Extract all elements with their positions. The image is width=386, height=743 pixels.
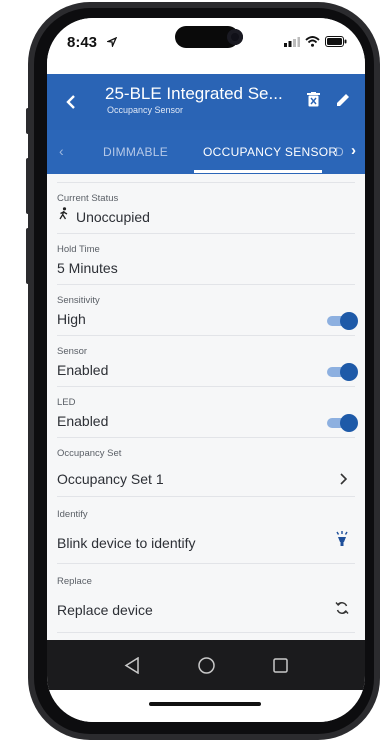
- replace-value: Replace device: [57, 602, 153, 618]
- app-header: 25-BLE Integrated Se... Occupancy Sensor: [47, 74, 365, 130]
- page-title: 25-BLE Integrated Se...: [105, 84, 283, 103]
- phone-screen: 8:43 25-BLE Integrated Se... Occupancy S…: [47, 18, 365, 722]
- nav-home-icon[interactable]: [198, 657, 215, 674]
- led-label: LED: [57, 397, 76, 408]
- status-time: 8:43: [67, 34, 98, 51]
- hold-time-value[interactable]: 5 Minutes: [57, 260, 118, 276]
- back-arrow-icon[interactable]: [65, 94, 77, 110]
- sensor-toggle[interactable]: [327, 363, 358, 381]
- signal-icon: [284, 37, 300, 47]
- light-beam-icon[interactable]: [335, 531, 349, 547]
- hold-time-label: Hold Time: [57, 244, 100, 255]
- status-bar: 8:43: [47, 18, 365, 74]
- replace-label: Replace: [57, 576, 92, 587]
- current-status-label: Current Status: [57, 193, 119, 204]
- led-toggle[interactable]: [327, 414, 358, 432]
- tab-active-indicator: [194, 170, 322, 173]
- sensor-value: Enabled: [57, 362, 109, 378]
- occupancy-set-label: Occupancy Set: [57, 448, 122, 459]
- row-sensor: Sensor Enabled: [57, 336, 358, 387]
- front-camera: [227, 29, 243, 45]
- sensor-label: Sensor: [57, 346, 88, 357]
- occupancy-set-value: Occupancy Set 1: [57, 471, 164, 487]
- nav-recents-icon[interactable]: [273, 658, 288, 673]
- home-indicator[interactable]: [149, 702, 261, 706]
- status-icons: [284, 36, 347, 47]
- identify-label: Identify: [57, 509, 88, 520]
- battery-icon: [325, 36, 347, 47]
- current-status-value: Unoccupied: [76, 209, 150, 225]
- sensitivity-label: Sensitivity: [57, 295, 100, 306]
- tab-scroll-left-icon[interactable]: ‹: [59, 143, 64, 159]
- row-led: LED Enabled: [57, 387, 358, 438]
- edit-pencil-icon[interactable]: [335, 92, 351, 108]
- tab-bar: ‹ DIMMABLE OCCUPANCY SENSOR D ›: [47, 130, 365, 174]
- walking-person-icon: [59, 207, 68, 220]
- tab-next-partial[interactable]: D: [335, 145, 344, 159]
- tab-dimmable[interactable]: DIMMABLE: [103, 145, 168, 159]
- row-current-status: Current Status Unoccupied: [57, 183, 355, 234]
- chevron-right-icon[interactable]: [339, 473, 347, 485]
- location-arrow-icon: [107, 37, 117, 47]
- identify-value: Blink device to identify: [57, 535, 196, 551]
- row-sensitivity: Sensitivity High: [57, 285, 358, 336]
- tab-occupancy-sensor[interactable]: OCCUPANCY SENSOR: [203, 145, 337, 159]
- row-replace[interactable]: Replace Replace device: [57, 564, 355, 633]
- home-area: [47, 690, 365, 722]
- row-identify[interactable]: Identify Blink device to identify: [57, 497, 355, 564]
- led-value: Enabled: [57, 413, 109, 429]
- sensitivity-value: High: [57, 311, 86, 327]
- page-subtitle: Occupancy Sensor: [107, 105, 184, 115]
- wifi-icon: [305, 36, 320, 47]
- navigation-bar: [47, 640, 365, 690]
- trash-icon[interactable]: [307, 92, 320, 107]
- tab-scroll-right-icon[interactable]: ›: [351, 142, 356, 159]
- row-hold-time[interactable]: Hold Time 5 Minutes: [57, 234, 355, 285]
- settings-list: Current Status Unoccupied Hold Time 5 Mi…: [47, 174, 365, 633]
- nav-back-icon[interactable]: [124, 657, 140, 674]
- row-occupancy-set[interactable]: Occupancy Set Occupancy Set 1: [57, 438, 355, 497]
- refresh-icon[interactable]: [335, 601, 349, 615]
- sensitivity-toggle[interactable]: [327, 312, 358, 330]
- list-top-divider: [57, 174, 355, 183]
